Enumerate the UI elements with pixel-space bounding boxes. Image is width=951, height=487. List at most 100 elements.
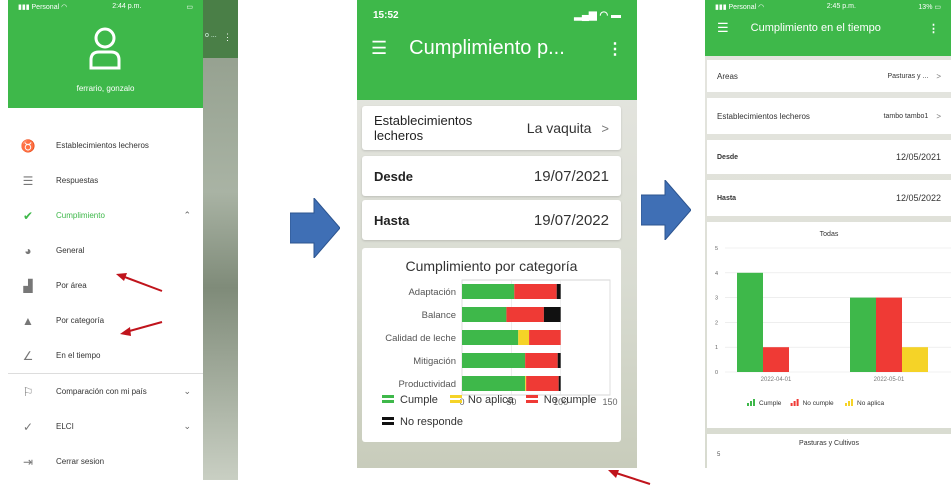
legend-swatch — [449, 395, 462, 403]
page-title: Cumplimiento p... — [409, 37, 565, 59]
pie-chart-icon: ◕ — [24, 243, 32, 258]
menu-item-en-el-tiempo[interactable]: ∠ En el tiempo — [8, 338, 203, 373]
legend-swatch — [848, 401, 850, 406]
legend-item[interactable]: No aplica — [845, 399, 884, 407]
hasta-value: 19/07/2022 — [533, 211, 609, 229]
line-chart-icon: ∠ — [22, 348, 34, 363]
menu-item-comparacion[interactable]: ⚐ Comparación con mi país ⌄ — [8, 374, 203, 409]
battery-icon: ▭ — [186, 4, 193, 11]
y-tick-label: Balance — [422, 310, 456, 321]
bar-segment — [529, 330, 561, 345]
legend-no-aplica[interactable]: No aplica — [449, 394, 514, 406]
more-icon[interactable]: ⋮ — [223, 32, 232, 43]
bar-segment — [525, 376, 527, 391]
app-bar: ▮▮▮ Personal ◠ 2:45 p.m. 13% ▭ ☰ Cumplim… — [705, 0, 951, 56]
legend-swatch — [790, 403, 793, 406]
menu-item-elci[interactable]: ✓ ELCI ⌄ — [8, 409, 203, 444]
desde-field[interactable]: Desde 19/07/2021 — [362, 156, 621, 196]
legend-item[interactable]: No cumple — [790, 399, 834, 407]
drawer-menu: ♉ Establecimientos lecheros ☰ Respuestas… — [8, 108, 203, 479]
establecimiento-selector[interactable]: Establecimientos lecheros La vaquita > — [362, 106, 621, 150]
signal-icon: ▮▮▮ — [715, 4, 727, 11]
wifi-icon: ◠ — [61, 4, 68, 11]
y-tick-label: 3 — [715, 296, 718, 302]
chevron-down-icon[interactable]: ⌄ — [183, 386, 191, 397]
avatar-icon[interactable] — [88, 26, 122, 75]
category-chart: 0 50 100 150AdaptaciónBalanceCalidad de lec… — [385, 279, 618, 406]
y-tick-label: Productividad — [398, 379, 456, 390]
background-appbar: o ... ⋮ — [203, 0, 238, 58]
chevron-right-icon: > — [601, 120, 609, 136]
wifi-icon: ◠ — [599, 10, 609, 21]
chart-title: Todas — [820, 231, 839, 238]
x-tick-label: 150 — [602, 397, 617, 406]
legend-item[interactable]: Cumple — [747, 399, 782, 407]
areas-value: Pasturas y ... — [887, 72, 929, 80]
category-icon: ▲ — [22, 313, 34, 328]
bar — [902, 347, 928, 372]
background-title: o ... — [205, 32, 217, 39]
checklist-icon: ☰ — [22, 173, 34, 188]
y-tick-label: Calidad de leche — [385, 333, 456, 344]
menu-icon[interactable]: ☰ — [371, 38, 387, 59]
chevron-down-icon[interactable]: ⌄ — [183, 421, 191, 432]
bar-segment — [526, 376, 559, 391]
legend-label: No aplica — [857, 400, 884, 407]
y-tick-label: Adaptación — [408, 287, 456, 298]
desde-field[interactable]: Desde 12/05/2021 — [707, 140, 951, 174]
legend-cumple[interactable]: Cumple — [382, 394, 438, 406]
annotation-arrow — [120, 321, 163, 336]
page-title: Cumplimiento en el tiempo — [750, 22, 881, 34]
y-tick-label: 4 — [715, 271, 718, 277]
bar-segment — [462, 330, 519, 345]
time-chart-card: Todas 0 1 2 3 4 5 2022-04-01 2022-05-01 Cumple No … — [707, 222, 951, 428]
signal-icon: ▮▮▮ — [18, 4, 30, 11]
menu-item-cerrar-sesion[interactable]: ⇥ Cerrar sesion — [8, 444, 203, 479]
bar-segment — [462, 284, 515, 299]
establecimiento-value: La vaquita — [526, 120, 592, 136]
bar-segment — [518, 330, 530, 345]
annotation-arrow — [116, 273, 163, 292]
legend-label: Cumple — [759, 400, 782, 407]
navigation-drawer: ▮▮▮ Personal ◠ 2:44 p.m. ▭ ferrario, gon… — [8, 0, 203, 480]
time-label: 15:52 — [373, 10, 399, 21]
establecimiento-selector[interactable]: Establecimientos lecheros tambo tambo1 > — [707, 98, 951, 134]
more-icon[interactable]: ⋮ — [607, 39, 623, 59]
establecimiento-value: tambo tambo1 — [883, 112, 929, 120]
menu-item-por-categoria[interactable]: ▲ Por categoría — [8, 303, 203, 338]
category-screen: 15:52 ▂▄▆ ◠ ▬ ☰ Cumplimiento p... ⋮ Esta… — [357, 0, 637, 468]
menu-item-establecimientos[interactable]: ♉ Establecimientos lecheros — [8, 128, 203, 163]
more-icon[interactable]: ⋮ — [928, 22, 939, 35]
legend-label: No cumple — [803, 400, 834, 407]
legend-swatch — [750, 401, 752, 406]
legend-swatch — [796, 399, 799, 406]
area-chart-icon: ▟ — [23, 278, 33, 293]
legend-no-cumple[interactable]: No cumple — [525, 394, 596, 406]
chart-legend: No responde — [382, 416, 463, 428]
bar-segment — [506, 307, 544, 322]
y-tick-label: 1 — [715, 345, 718, 351]
check-icon: ✓ — [22, 419, 34, 434]
time-chart: Todas 0 1 2 3 4 5 2022-04-01 2022-05-01 Cumple No … — [715, 231, 951, 407]
menu-icon[interactable]: ☰ — [717, 20, 729, 36]
flow-arrow — [290, 198, 340, 258]
bar — [876, 297, 902, 372]
drawer-header: ▮▮▮ Personal ◠ 2:44 p.m. ▭ ferrario, gon… — [8, 0, 203, 108]
hasta-field[interactable]: Hasta 12/05/2022 — [707, 180, 951, 216]
category-chart-card: Cumplimiento por categoría 0 50 100 150 Adap… — [362, 248, 621, 442]
menu-item-general[interactable]: ◕ General — [8, 233, 203, 268]
hasta-field[interactable]: Hasta 19/07/2022 — [362, 200, 621, 240]
menu-item-por-area[interactable]: ▟ Por área — [8, 268, 203, 303]
time-label: 2:45 p.m. — [826, 3, 856, 10]
bar — [850, 297, 876, 372]
signal-icon: ▂▄▆ — [574, 10, 597, 21]
y-tick-label: 0 — [715, 370, 718, 376]
wifi-icon: ◠ — [758, 4, 765, 11]
menu-item-respuestas[interactable]: ☰ Respuestas — [8, 163, 203, 198]
chevron-up-icon[interactable]: ⌃ — [183, 210, 191, 221]
menu-item-cumplimiento[interactable]: ✔ Cumplimiento ⌃ — [8, 198, 203, 233]
legend-no-responde[interactable]: No responde — [382, 416, 463, 428]
bar-segment — [558, 376, 561, 391]
carrier-label: Personal — [728, 4, 757, 11]
areas-selector[interactable]: Areas Pasturas y ... > — [707, 60, 951, 92]
